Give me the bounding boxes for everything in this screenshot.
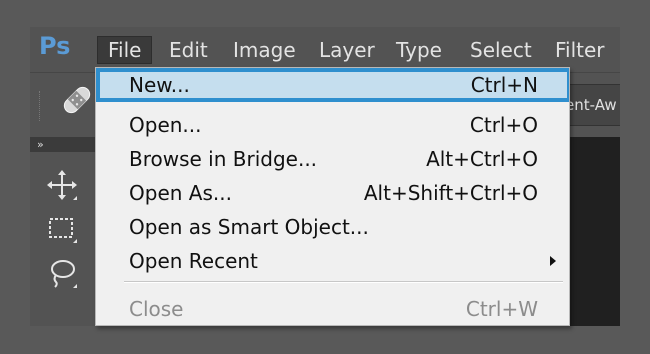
file-menu-open-recent[interactable]: Open Recent xyxy=(96,244,569,278)
lasso-icon[interactable] xyxy=(44,255,80,291)
menu-item-shortcut: Alt+Shift+Ctrl+O xyxy=(363,181,538,205)
menu-image[interactable]: Image xyxy=(233,36,296,64)
file-menu-close: Close Ctrl+W xyxy=(96,292,569,325)
file-menu-new[interactable]: New... Ctrl+N xyxy=(96,68,569,102)
menu-type[interactable]: Type xyxy=(396,36,442,64)
file-menu-dropdown: New... Ctrl+N Open... Ctrl+O Browse in B… xyxy=(95,67,570,326)
menu-edit[interactable]: Edit xyxy=(169,36,208,64)
right-panel xyxy=(570,137,620,326)
menu-bar: Ps File Edit Image Layer Type Select Fil… xyxy=(30,27,620,69)
file-menu-open-as-smart-object[interactable]: Open as Smart Object... xyxy=(96,210,569,244)
file-menu-open[interactable]: Open... Ctrl+O xyxy=(96,108,569,142)
menu-item-label: Browse in Bridge... xyxy=(129,147,318,171)
file-menu-browse-in-bridge[interactable]: Browse in Bridge... Alt+Ctrl+O xyxy=(96,142,569,176)
tools-panel: » xyxy=(30,137,97,326)
menu-item-label: New... xyxy=(129,73,190,97)
menu-item-label: Open As... xyxy=(129,181,232,205)
menu-item-label: Open Recent xyxy=(129,249,258,273)
menu-separator xyxy=(124,281,563,283)
menu-item-shortcut: Ctrl+N xyxy=(470,73,538,97)
menu-item-label: Open... xyxy=(129,113,202,137)
submenu-arrow-icon xyxy=(550,256,556,266)
rect-marquee-icon[interactable] xyxy=(44,210,80,246)
file-menu-open-as[interactable]: Open As... Alt+Shift+Ctrl+O xyxy=(96,176,569,210)
menu-item-shortcut: Alt+Ctrl+O xyxy=(426,147,538,171)
menu-filter[interactable]: Filter xyxy=(555,36,605,64)
options-bar-grip[interactable] xyxy=(39,91,42,121)
move-icon[interactable] xyxy=(44,167,80,203)
photoshop-logo: Ps xyxy=(39,32,71,60)
menu-item-label: Open as Smart Object... xyxy=(129,215,369,239)
tools-panel-collapse[interactable]: » xyxy=(30,137,97,152)
menu-item-label: Close xyxy=(129,297,184,321)
menu-item-shortcut: Ctrl+O xyxy=(469,113,538,137)
menu-file[interactable]: File xyxy=(97,36,153,64)
menu-layer[interactable]: Layer xyxy=(319,36,375,64)
bandaid-healing-icon[interactable] xyxy=(57,80,97,120)
menu-select[interactable]: Select xyxy=(470,36,532,64)
screenshot-frame: Ps File Edit Image Layer Type Select Fil… xyxy=(0,0,650,354)
menu-item-shortcut: Ctrl+W xyxy=(465,297,538,321)
